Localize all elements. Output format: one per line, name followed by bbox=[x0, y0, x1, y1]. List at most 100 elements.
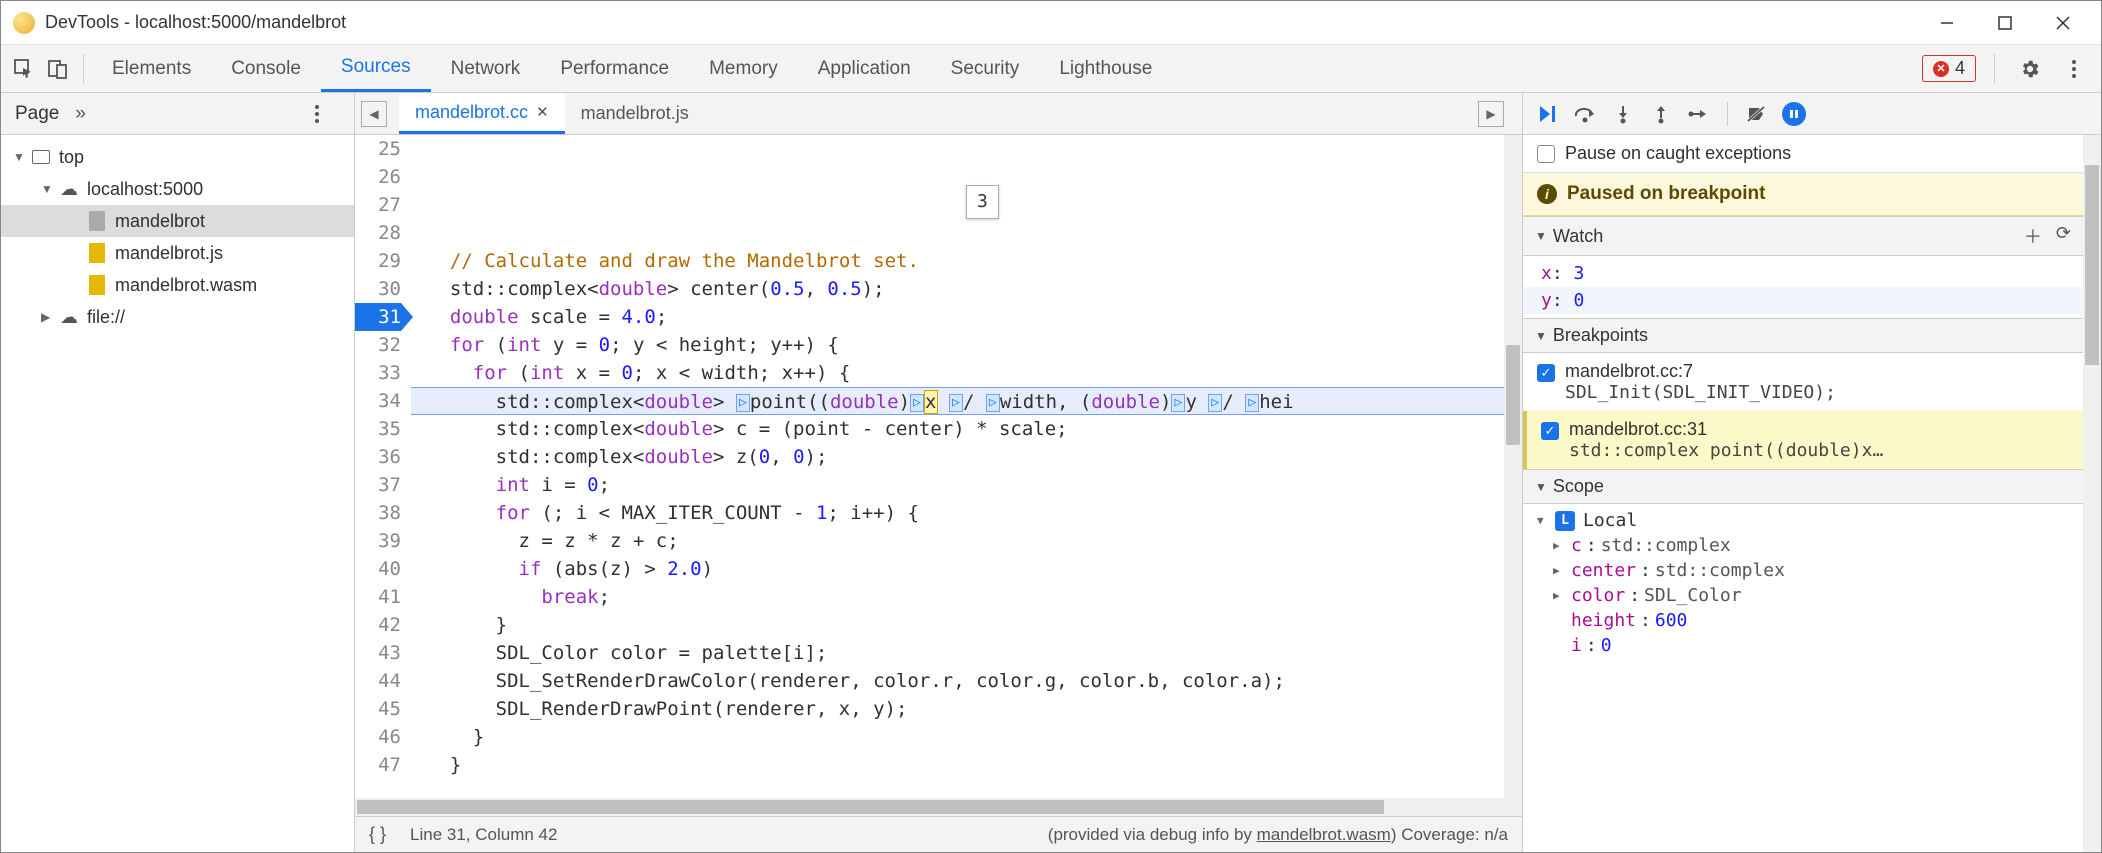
tab-network[interactable]: Network bbox=[431, 45, 541, 92]
bp-checkbox[interactable]: ✓ bbox=[1541, 422, 1559, 440]
code-line-25[interactable] bbox=[411, 219, 1504, 247]
code-line-38[interactable]: break; bbox=[411, 583, 1504, 611]
nav-back-button[interactable]: ◀ bbox=[361, 101, 387, 127]
navigator-overflow[interactable]: » bbox=[75, 103, 86, 125]
status-bar: { } Line 31, Column 42 (provided via deb… bbox=[355, 816, 1522, 852]
refresh-watch-button[interactable]: ⟳ bbox=[2056, 223, 2071, 249]
scope-local-root[interactable]: ▼LLocal bbox=[1523, 508, 2083, 533]
breakpoints-section-header[interactable]: ▼Breakpoints bbox=[1523, 318, 2083, 353]
breakpoint-mandelbrot-cc-31[interactable]: ✓mandelbrot.cc:31std::complex point((dou… bbox=[1523, 411, 2083, 469]
tab-application[interactable]: Application bbox=[798, 45, 931, 92]
file-icon bbox=[87, 211, 107, 231]
debug-info-source: (provided via debug info by mandelbrot.w… bbox=[1048, 825, 1508, 845]
tab-lighthouse[interactable]: Lighthouse bbox=[1039, 45, 1172, 92]
device-icon[interactable] bbox=[41, 52, 75, 86]
code-line-39[interactable]: } bbox=[411, 611, 1504, 639]
more-icon[interactable] bbox=[2057, 52, 2091, 86]
watch-row-y[interactable]: y: 0 bbox=[1523, 287, 2083, 314]
tab-memory[interactable]: Memory bbox=[689, 45, 798, 92]
tree-item-localhost-5000[interactable]: ▼☁localhost:5000 bbox=[1, 173, 354, 205]
tree-item-top[interactable]: ▼top bbox=[1, 141, 354, 173]
settings-icon[interactable] bbox=[2013, 52, 2047, 86]
editor-v-scrollbar[interactable] bbox=[1504, 135, 1522, 798]
main-toolbar: ElementsConsoleSourcesNetworkPerformance… bbox=[1, 45, 2101, 93]
code-line-29[interactable]: for (int y = 0; y < height; y++) { bbox=[411, 331, 1504, 359]
scope-var-color[interactable]: ▶color: SDL_Color bbox=[1523, 583, 2083, 608]
code-line-44[interactable]: } bbox=[411, 751, 1504, 779]
navigator-title: Page bbox=[15, 103, 59, 125]
scope-var-c[interactable]: ▶c: std::complex bbox=[1523, 533, 2083, 558]
error-badge[interactable]: ✕ 4 bbox=[1922, 55, 1976, 82]
tree-item-mandelbrot[interactable]: mandelbrot bbox=[1, 205, 354, 237]
step-into-button[interactable] bbox=[1611, 102, 1635, 126]
pause-indicator-icon[interactable] bbox=[1782, 102, 1806, 126]
file-tab-mandelbrot-cc[interactable]: mandelbrot.cc✕ bbox=[399, 93, 565, 134]
code-line-36[interactable]: z = z * z + c; bbox=[411, 527, 1504, 555]
tab-performance[interactable]: Performance bbox=[540, 45, 689, 92]
file-tab-mandelbrot-js[interactable]: mandelbrot.js bbox=[565, 93, 705, 134]
debugger-toolbar bbox=[1523, 93, 2101, 135]
code-line-42[interactable]: SDL_RenderDrawPoint(renderer, x, y); bbox=[411, 695, 1504, 723]
code-line-45[interactable] bbox=[411, 779, 1504, 798]
scope-section-header[interactable]: ▼Scope bbox=[1523, 469, 2083, 504]
navigator-more-icon[interactable] bbox=[314, 104, 340, 124]
step-button[interactable] bbox=[1687, 102, 1711, 126]
pause-on-exceptions-row[interactable]: Pause on caught exceptions bbox=[1523, 135, 2083, 173]
app-icon bbox=[13, 12, 35, 34]
close-tab-icon[interactable]: ✕ bbox=[536, 103, 549, 121]
code-line-33[interactable]: std::complex<double> z(0, 0); bbox=[411, 443, 1504, 471]
value-tooltip: 3 bbox=[966, 185, 999, 219]
cloud-icon: ☁ bbox=[59, 179, 79, 199]
window-title: DevTools - localhost:5000/mandelbrot bbox=[45, 12, 346, 33]
wasm-link[interactable]: mandelbrot.wasm bbox=[1257, 825, 1391, 844]
tab-security[interactable]: Security bbox=[931, 45, 1040, 92]
tab-console[interactable]: Console bbox=[211, 45, 321, 92]
pretty-print-button[interactable]: { } bbox=[369, 824, 386, 845]
tree-item-mandelbrot-wasm[interactable]: mandelbrot.wasm bbox=[1, 269, 354, 301]
code-line-32[interactable]: std::complex<double> c = (point - center… bbox=[411, 415, 1504, 443]
resume-button[interactable] bbox=[1535, 102, 1559, 126]
tree-item-mandelbrot-js[interactable]: mandelbrot.js bbox=[1, 237, 354, 269]
step-out-button[interactable] bbox=[1649, 102, 1673, 126]
code-line-43[interactable]: } bbox=[411, 723, 1504, 751]
code-line-34[interactable]: int i = 0; bbox=[411, 471, 1504, 499]
paused-banner: i Paused on breakpoint bbox=[1523, 173, 2083, 216]
scope-var-center[interactable]: ▶center: std::complex bbox=[1523, 558, 2083, 583]
scope-var-height[interactable]: height: 600 bbox=[1523, 608, 2083, 633]
watch-section-header[interactable]: ▼Watch ＋ ⟳ bbox=[1523, 216, 2083, 256]
tab-elements[interactable]: Elements bbox=[92, 45, 211, 92]
code-line-26[interactable]: // Calculate and draw the Mandelbrot set… bbox=[411, 247, 1504, 275]
code-line-30[interactable]: for (int x = 0; x < width; x++) { bbox=[411, 359, 1504, 387]
bp-checkbox[interactable]: ✓ bbox=[1537, 364, 1555, 382]
watch-row-x[interactable]: x: 3 bbox=[1523, 260, 2083, 287]
maximize-button[interactable] bbox=[1991, 9, 2019, 37]
code-line-41[interactable]: SDL_SetRenderDrawColor(renderer, color.r… bbox=[411, 667, 1504, 695]
step-over-button[interactable] bbox=[1573, 102, 1597, 126]
tab-sources[interactable]: Sources bbox=[321, 45, 431, 92]
debugger-v-scrollbar[interactable] bbox=[2083, 135, 2101, 852]
code-editor[interactable]: 2526272829303132333435363738394041424344… bbox=[355, 135, 1522, 798]
code-line-27[interactable]: std::complex<double> center(0.5, 0.5); bbox=[411, 275, 1504, 303]
breakpoint-mandelbrot-cc-7[interactable]: ✓mandelbrot.cc:7SDL_Init(SDL_INIT_VIDEO)… bbox=[1523, 353, 2083, 411]
file-js-icon bbox=[87, 275, 107, 295]
pause-checkbox[interactable] bbox=[1537, 145, 1555, 163]
code-line-37[interactable]: if (abs(z) > 2.0) bbox=[411, 555, 1504, 583]
inspect-icon[interactable] bbox=[7, 52, 41, 86]
deactivate-breakpoints-button[interactable] bbox=[1744, 102, 1768, 126]
code-line-31[interactable]: std::complex<double> ▷point((double)▷x ▷… bbox=[411, 387, 1504, 415]
code-line-28[interactable]: double scale = 4.0; bbox=[411, 303, 1504, 331]
info-icon: i bbox=[1537, 184, 1557, 204]
editor-h-scrollbar[interactable] bbox=[355, 798, 1522, 816]
add-watch-button[interactable]: ＋ bbox=[2024, 223, 2042, 249]
error-count: 4 bbox=[1955, 58, 1965, 79]
debugger-panel: Pause on caught exceptions i Paused on b… bbox=[1523, 93, 2101, 852]
close-button[interactable] bbox=[2049, 9, 2077, 37]
minimize-button[interactable] bbox=[1933, 9, 1961, 37]
file-js-icon bbox=[87, 243, 107, 263]
code-line-35[interactable]: for (; i < MAX_ITER_COUNT - 1; i++) { bbox=[411, 499, 1504, 527]
scope-var-i[interactable]: i: 0 bbox=[1523, 633, 2083, 658]
error-icon: ✕ bbox=[1933, 61, 1949, 77]
code-line-40[interactable]: SDL_Color color = palette[i]; bbox=[411, 639, 1504, 667]
tree-item-file-[interactable]: ▶☁file:// bbox=[1, 301, 354, 333]
nav-fwd-button[interactable]: ▶ bbox=[1478, 101, 1504, 127]
